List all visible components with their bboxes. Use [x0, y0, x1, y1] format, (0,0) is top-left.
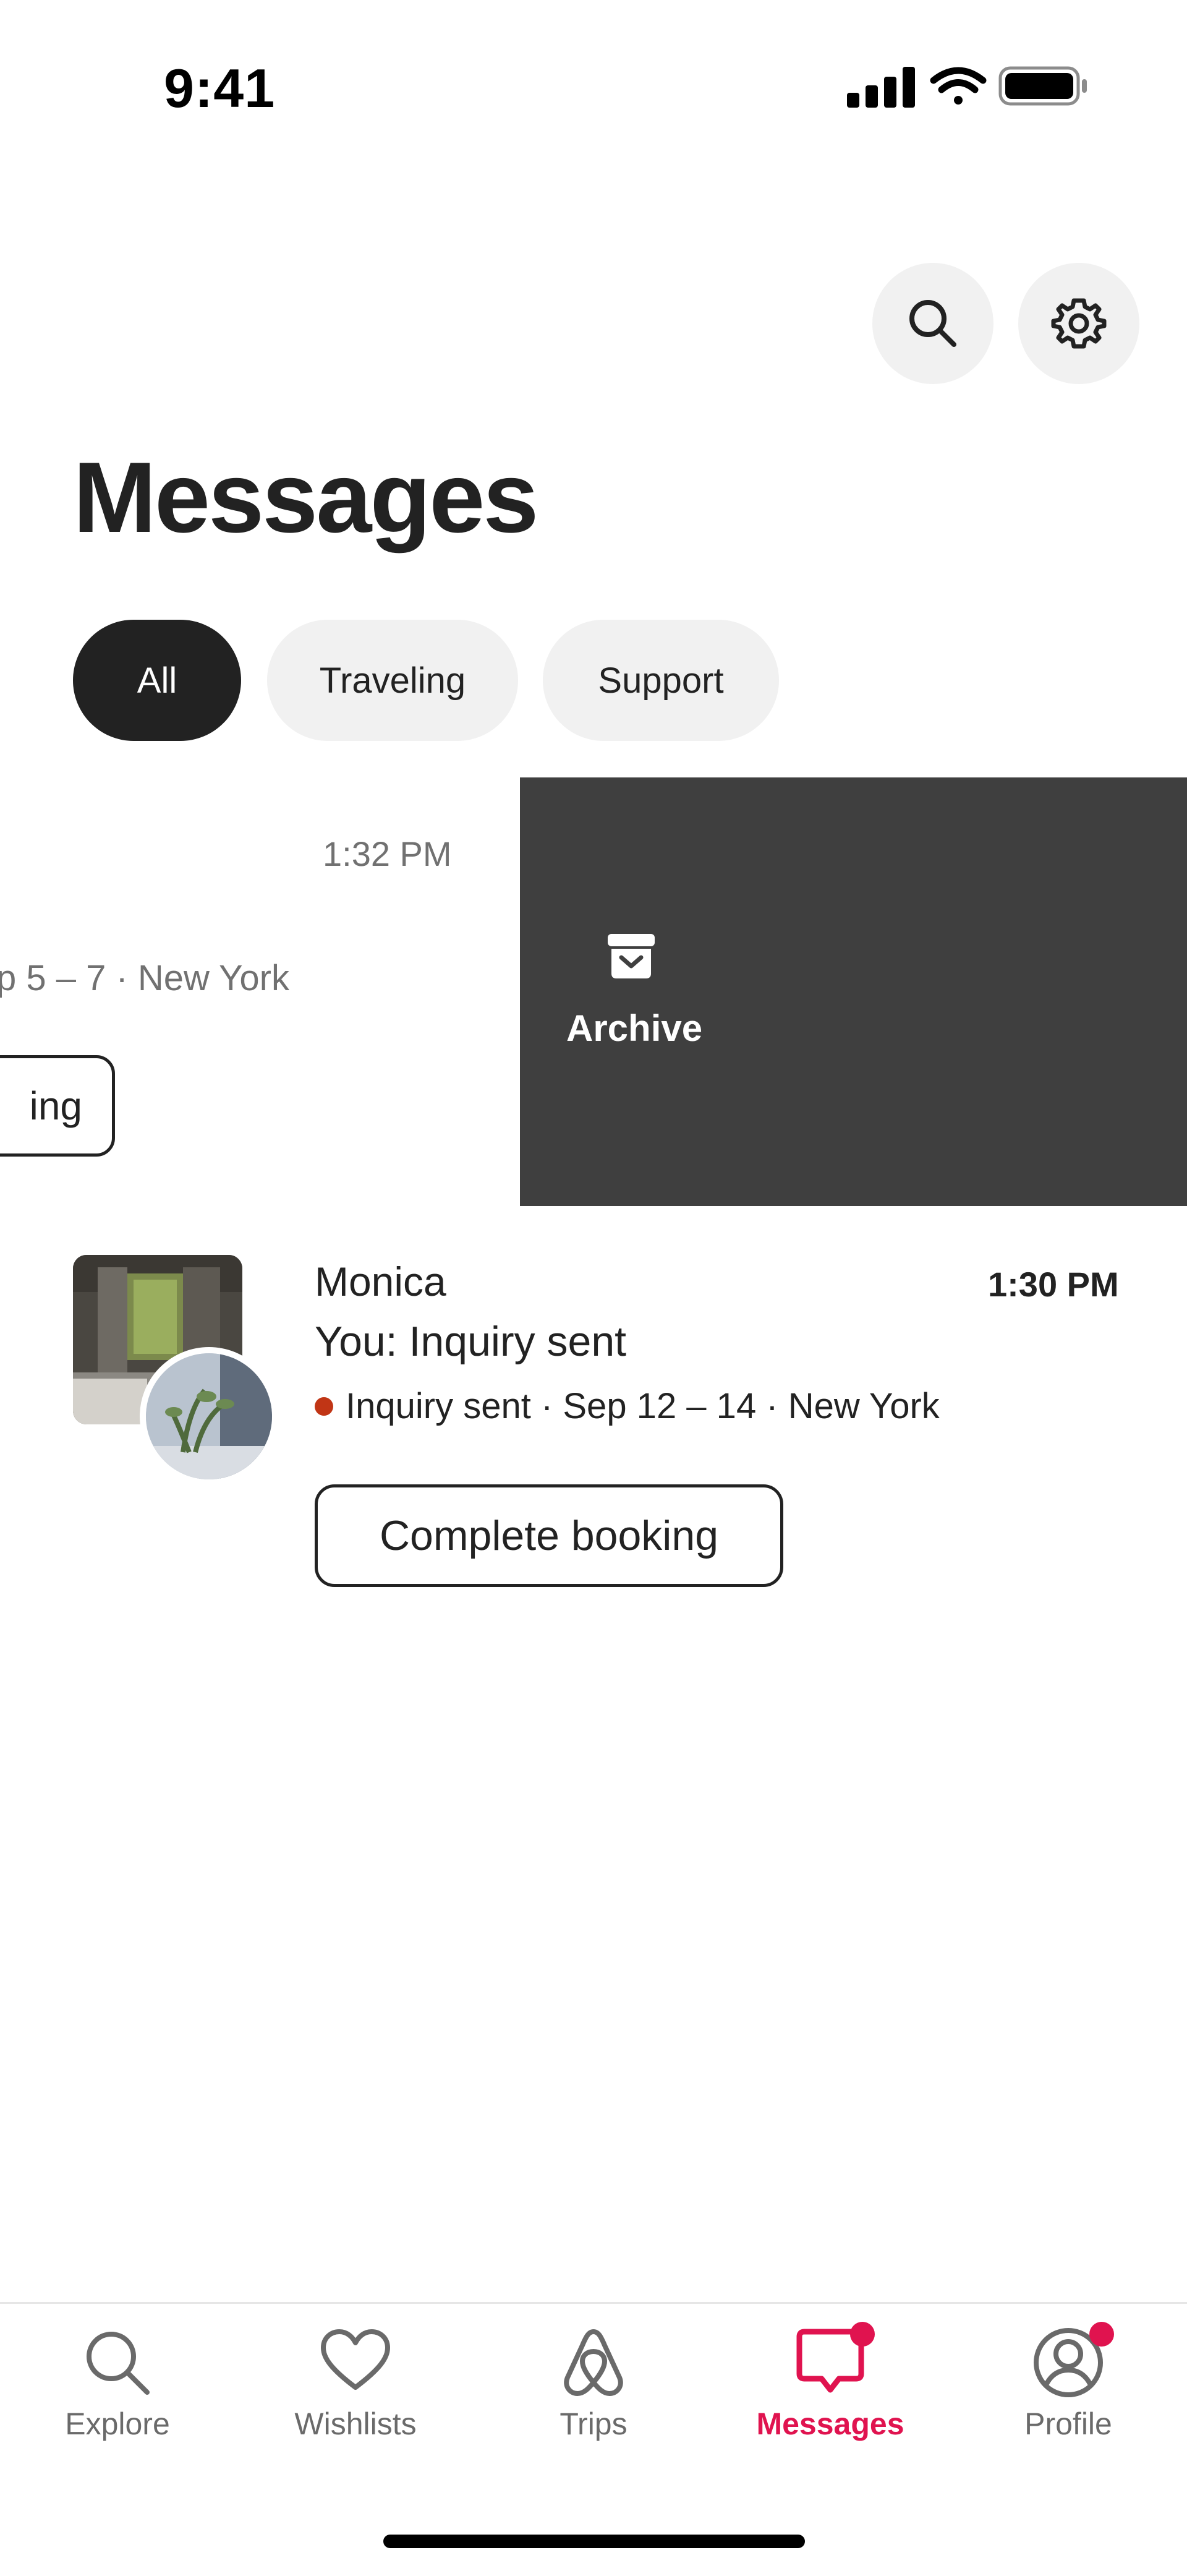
status-dot: [315, 1397, 333, 1416]
filter-chip-support[interactable]: Support: [543, 620, 779, 741]
status-time: 9:41: [164, 58, 276, 119]
cellular-signal-icon: [847, 67, 915, 108]
filter-chip-all[interactable]: All: [73, 620, 241, 741]
message-icon-wrap: [793, 2322, 875, 2400]
conversation-name: Monica: [315, 1259, 446, 1304]
search-button[interactable]: [872, 263, 993, 384]
archive-swipe-action[interactable]: [520, 777, 1187, 1206]
conversation-action-label: ing: [29, 1084, 82, 1128]
conversation-action-button[interactable]: ing: [0, 1055, 115, 1157]
battery-icon: [998, 66, 1087, 106]
complete-booking-button[interactable]: Complete booking: [315, 1484, 783, 1587]
tab-label: Explore: [65, 2407, 170, 2441]
archive-icon: [608, 934, 655, 978]
tab-label: Wishlists: [294, 2407, 417, 2441]
search-icon: [909, 300, 956, 347]
wifi-icon: [930, 67, 987, 105]
home-indicator: [383, 2535, 805, 2548]
status-icons: [847, 66, 1087, 108]
complete-booking-label: Complete booking: [379, 1512, 719, 1559]
notification-badge: [1089, 2322, 1114, 2347]
tab-trips[interactable]: Trips: [476, 2326, 711, 2449]
tab-label: Trips: [559, 2407, 628, 2441]
tab-label: Profile: [1024, 2407, 1112, 2441]
page-title: Messages: [73, 442, 538, 554]
notification-badge: [850, 2322, 875, 2347]
conversation-time: 1:32 PM: [323, 834, 452, 873]
filter-chip-label: All: [137, 660, 177, 701]
search-icon: [87, 2332, 150, 2395]
conversation-detail: p 5 – 7 · New York: [0, 958, 289, 998]
filter-chip-label: Traveling: [319, 660, 466, 701]
airbnb-logo-icon: [564, 2329, 623, 2396]
heart-icon: [321, 2329, 390, 2390]
settings-button[interactable]: [1018, 263, 1139, 384]
gear-icon: [1051, 298, 1107, 349]
filter-chip-label: Support: [598, 660, 724, 701]
tab-wishlists[interactable]: Wishlists: [238, 2326, 473, 2449]
filter-chip-traveling[interactable]: Traveling: [267, 620, 518, 741]
host-photo: [146, 1353, 272, 1479]
conversation-status: Inquiry sent · Sep 12 – 14 · New York: [315, 1385, 940, 1427]
tab-label: Messages: [756, 2407, 904, 2441]
profile-icon-wrap: [1031, 2322, 1114, 2400]
conversation-status-text: Inquiry sent · Sep 12 – 14 · New York: [346, 1386, 940, 1426]
archive-label: Archive: [566, 1008, 703, 1049]
avatar[interactable]: [140, 1347, 278, 1486]
tab-explore[interactable]: Explore: [0, 2326, 235, 2449]
conversation-preview: You: Inquiry sent: [315, 1318, 627, 1365]
conversation-time: 1:30 PM: [988, 1265, 1119, 1304]
tab-profile[interactable]: Profile: [951, 2322, 1186, 2449]
tab-messages[interactable]: Messages: [713, 2322, 948, 2449]
